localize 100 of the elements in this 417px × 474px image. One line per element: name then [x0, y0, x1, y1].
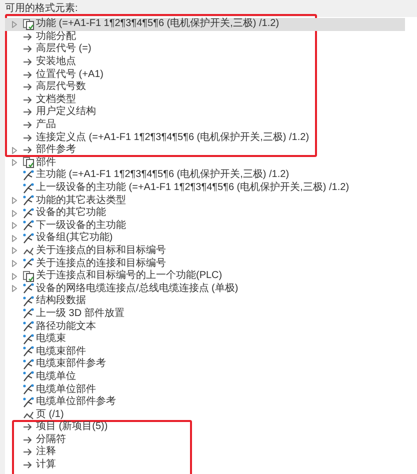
- tree-item[interactable]: 电缆单位部件: [5, 383, 417, 396]
- tree-item[interactable]: 安装地点: [5, 56, 417, 68]
- item-label: 设备的网络电缆连接点/总线电缆连接点 (单极): [36, 282, 238, 294]
- tree-item[interactable]: 主功能 (=+A1-F1 1¶2¶3¶4¶5¶6 (电机保护开关,三极) /1.2): [5, 169, 417, 182]
- tree-item[interactable]: 注释: [5, 446, 417, 459]
- expand-icon[interactable]: [12, 247, 16, 254]
- expand-icon[interactable]: [12, 210, 16, 217]
- expand-icon[interactable]: [12, 234, 16, 242]
- item-label: 关于连接点的目标和目标编号: [36, 244, 166, 257]
- tree-item[interactable]: 功能 (=+A1-F1 1¶2¶3¶4¶5¶6 (电机保护开关,三极) /1.2): [5, 18, 405, 31]
- tree-item[interactable]: 部件参考: [5, 144, 417, 157]
- tree-item[interactable]: 项目 (新项目(5)): [5, 421, 417, 434]
- item-label: 注释: [36, 446, 56, 458]
- tree-item[interactable]: 路径功能文本: [5, 320, 417, 333]
- item-label: 页 (/1): [36, 408, 64, 420]
- arrow-icon: [23, 58, 32, 66]
- item-label: 分隔符: [36, 434, 66, 446]
- arrow-icon: [23, 70, 32, 79]
- item-label: 结构段数据: [36, 295, 86, 308]
- connector-icon: [23, 245, 34, 256]
- tree-item[interactable]: 设备的网络电缆连接点/总线电缆连接点 (单极): [5, 282, 417, 296]
- item-label: 主功能 (=+A1-F1 1¶2¶3¶4¶5¶6 (电机保护开关,三极) /1.2): [36, 169, 290, 182]
- tree-item[interactable]: 产品: [5, 118, 417, 132]
- item-label: 部件: [36, 156, 56, 168]
- branch-icon: [23, 321, 34, 332]
- tree-item[interactable]: 计算: [5, 458, 417, 472]
- item-label: 部件参考: [36, 144, 76, 156]
- tree-item[interactable]: 电缆单位部件参考: [5, 396, 417, 408]
- tree-item[interactable]: 设备的其它功能: [5, 206, 417, 220]
- expand-icon[interactable]: [12, 272, 16, 280]
- branch-icon: [23, 220, 34, 232]
- item-label: 上一级 3D 部件放置: [36, 308, 124, 320]
- tree-item[interactable]: 功能分配: [5, 30, 417, 44]
- branch-icon: [23, 170, 34, 181]
- item-label: 计算: [36, 459, 56, 472]
- tree-item[interactable]: 设备组(其它功能): [5, 232, 417, 245]
- item-label: 文档类型: [36, 94, 76, 106]
- tree-item[interactable]: 上一级设备的主功能 (=+A1-F1 1¶2¶3¶4¶5¶6 (电机保护开关,三极) /1.2): [5, 182, 417, 194]
- item-label: 电缆单位: [36, 370, 76, 383]
- tree-item[interactable]: 高层代号数: [5, 80, 417, 94]
- arrow-icon: [23, 96, 32, 104]
- arrow-icon: [23, 134, 32, 142]
- section-label: 可用的格式元素:: [5, 2, 78, 16]
- tree-item[interactable]: 部件: [5, 156, 417, 170]
- item-label: 高层代号数: [36, 81, 86, 94]
- item-label: 功能的其它表达类型: [36, 194, 126, 206]
- tree-item[interactable]: 关于连接点的连接和目标编号: [5, 257, 417, 270]
- item-label: 功能 (=+A1-F1 1¶2¶3¶4¶5¶6 (电机保护开关,三极) /1.2): [36, 18, 280, 30]
- expand-icon[interactable]: [12, 222, 16, 230]
- tree-item[interactable]: 连接定义点 (=+A1-F1 1¶2¶3¶4¶5¶6 (电机保护开关,三极) /1.2): [5, 131, 417, 144]
- expand-icon[interactable]: [12, 146, 16, 154]
- tree-item[interactable]: 电缆单位: [5, 370, 417, 384]
- tree-item[interactable]: 电缆束部件: [5, 345, 417, 358]
- tree-item[interactable]: 上一级 3D 部件放置: [5, 308, 417, 320]
- arrow-icon: [23, 83, 32, 92]
- item-label: 功能分配: [36, 30, 76, 42]
- item-label: 关于连接点和目标编号的上一个功能(PLC): [36, 270, 222, 282]
- tree-item[interactable]: 关于连接点的目标和目标编号: [5, 244, 417, 258]
- tree-item[interactable]: 电缆束: [5, 332, 417, 346]
- item-label: 电缆束部件: [36, 346, 86, 358]
- branch-icon: [23, 283, 34, 294]
- tree-item[interactable]: 分隔符: [5, 434, 417, 446]
- tree-item[interactable]: 功能的其它表达类型: [5, 194, 417, 207]
- arrow-icon: [23, 436, 32, 444]
- branch-icon: [23, 346, 34, 358]
- branch-icon: [23, 232, 34, 244]
- document-icon: [23, 157, 34, 168]
- tree-item[interactable]: 用户定义结构: [5, 106, 417, 119]
- tree-item[interactable]: 下一级设备的主功能: [5, 220, 417, 232]
- tree-item[interactable]: 结构段数据: [5, 295, 417, 308]
- document-icon: [23, 270, 34, 282]
- item-label: 路径功能文本: [36, 320, 96, 332]
- branch-icon: [23, 258, 34, 270]
- tree-item[interactable]: 电缆束部件参考: [5, 358, 417, 371]
- item-label: 电缆束: [36, 333, 66, 346]
- expand-icon[interactable]: [12, 285, 16, 292]
- arrow-icon: [23, 423, 32, 432]
- branch-icon: [23, 195, 34, 206]
- arrow-icon: [23, 448, 32, 456]
- expand-icon[interactable]: [12, 197, 16, 204]
- expand-icon[interactable]: [12, 20, 16, 28]
- tree-item[interactable]: 文档类型: [5, 94, 417, 106]
- item-label: 连接定义点 (=+A1-F1 1¶2¶3¶4¶5¶6 (电机保护开关,三极) /1.2): [36, 132, 310, 144]
- tree-item[interactable]: 高层代号 (=): [5, 43, 417, 56]
- item-label: 关于连接点的连接和目标编号: [36, 258, 166, 270]
- expand-icon[interactable]: [12, 260, 16, 268]
- expand-icon[interactable]: [12, 159, 16, 166]
- branch-icon: [23, 308, 34, 320]
- branch-icon: [23, 208, 34, 219]
- item-label: 电缆单位部件参考: [36, 396, 116, 408]
- item-label: 电缆束部件参考: [36, 358, 106, 370]
- arrow-icon: [23, 121, 32, 130]
- branch-icon: [23, 334, 34, 345]
- tree-item[interactable]: 页 (/1): [5, 408, 417, 421]
- arrow-icon: [23, 45, 32, 54]
- tree-item[interactable]: 位置代号 (+A1): [5, 68, 417, 81]
- item-label: 下一级设备的主功能: [36, 220, 126, 232]
- connector-icon: [23, 409, 34, 420]
- tree-item[interactable]: 关于连接点和目标编号的上一个功能(PLC): [5, 270, 417, 282]
- item-label: 设备的其它功能: [36, 207, 106, 220]
